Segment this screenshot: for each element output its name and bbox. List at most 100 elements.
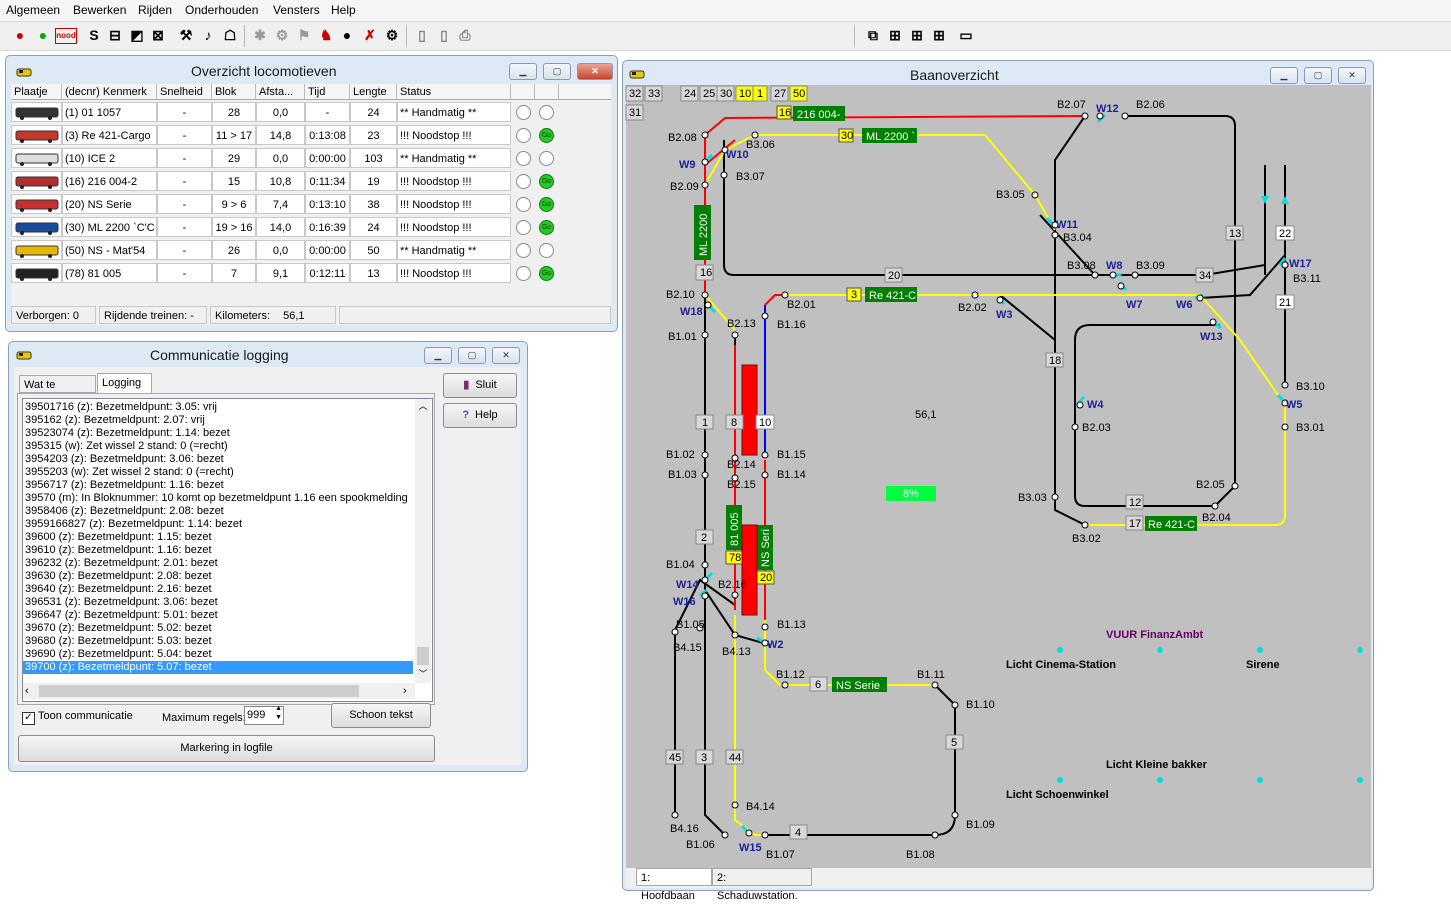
loco-cell-tijd[interactable]: 0:11:34 [305,171,350,191]
col-header[interactable]: Tijd [305,84,350,100]
max-regels-value[interactable]: 999 [247,709,265,721]
loco-cell-lengte[interactable]: 50 [350,240,397,260]
log-line[interactable]: 3958406 (z): Bezetmeldpunt: 2.08: bezet [25,505,413,518]
loco-cell-blok[interactable]: 29 [212,148,256,168]
log-line[interactable]: 39680 (z): Bezetmeldpunt: 5.03: bezet [25,635,413,648]
loco-cell-status[interactable]: ** Handmatig ** [397,102,511,122]
toon-checkbox[interactable]: ✓ [22,712,35,725]
stop-indicator[interactable] [516,266,531,281]
go-indicator[interactable]: Go [539,220,554,235]
tab-hoofdbaan[interactable]: 1: Hoofdbaan [636,868,712,902]
stop-indicator[interactable] [516,151,531,166]
loco-cell-snelheid[interactable]: - [157,148,212,168]
loco-cell-status[interactable]: ** Handmatig ** [397,240,511,260]
log-line[interactable]: 3955203 (w): Zet wissel 2 stand: 0 (=rec… [25,466,413,479]
loco-cell-afstand[interactable]: 0,0 [256,240,305,260]
log-line[interactable]: 39523074 (z): Bezetmeldpunt: 1.14: bezet [25,427,413,440]
loco-cell-tijd[interactable]: 0:12:11 [305,263,350,283]
loco-cell-kenmerk[interactable]: (1) 01 1057 [62,102,157,122]
loco-cell-lengte[interactable]: 38 [350,194,397,214]
loco-cell-kenmerk[interactable]: (50) NS - Mat'54 [62,240,157,260]
sluit-button[interactable]: ▮ Sluit [443,373,517,398]
stop-indicator[interactable] [516,220,531,235]
stop-indicator[interactable] [516,128,531,143]
tab-logging[interactable]: Logging [97,373,152,394]
go-indicator[interactable]: Go [539,128,554,143]
noodstop-button[interactable]: nood [55,28,77,44]
log-line[interactable]: 396647 (z): Bezetmeldpunt: 5.01: bezet [25,609,413,622]
col-header[interactable]: Snelheid [157,84,212,100]
stop-indicator[interactable] [516,174,531,189]
curve-icon[interactable]: ♪ [198,25,218,45]
loco-cell-lengte[interactable]: 19 [350,171,397,191]
markering-button[interactable]: Markering in logfile [18,735,435,762]
menu-help[interactable]: Help [331,3,356,17]
cross-box-icon[interactable]: ⊠ [148,25,168,45]
track-canvas[interactable] [626,85,1371,868]
help-button[interactable]: ? Help [443,403,517,428]
log-line[interactable]: 395315 (w): Zet wissel 2 stand: 0 (=rech… [25,440,413,453]
loco-cell-status[interactable]: !!! Noodstop !!! [397,125,511,145]
log-line[interactable]: 39600 (z): Bezetmeldpunt: 1.15: bezet [25,531,413,544]
close-button[interactable]: ✕ [1338,67,1366,84]
signal-red-icon[interactable]: ● [10,25,30,45]
loco-picture[interactable] [11,125,62,145]
log-line[interactable]: 3954203 (z): Bezetmeldpunt: 3.06: bezet [25,453,413,466]
loco-cell-lengte[interactable]: 13 [350,263,397,283]
tree-icon-3[interactable]: ⊞ [929,25,949,45]
minimize-button[interactable]: ▁ [424,347,452,364]
loco-cell-kenmerk[interactable]: (10) ICE 2 [62,148,157,168]
wrench-icon[interactable]: ⚙ [382,25,402,45]
loco-cell-snelheid[interactable]: - [157,102,212,122]
diagonal-icon[interactable]: ◩ [127,25,147,45]
loco-picture[interactable] [11,240,62,260]
window-cascade-icon[interactable]: ⧉ [863,25,883,45]
loco-cell-lengte[interactable]: 24 [350,102,397,122]
log-line[interactable]: 39690 (z): Bezetmeldpunt: 5.04: bezet [25,648,413,661]
loco-cell-kenmerk[interactable]: (20) NS Serie 1615 [62,194,157,231]
loco-cell-tijd[interactable]: 0:13:10 [305,194,350,214]
loco-picture[interactable] [11,194,62,214]
tree-icon-2[interactable]: ⊞ [907,25,927,45]
loco-cell-tijd[interactable]: 0:13:08 [305,125,350,145]
tree-icon-1[interactable]: ⊞ [885,25,905,45]
scroll-down-icon[interactable]: ﹀ [415,667,431,681]
window-icon[interactable]: ▭ [956,25,976,45]
log-line[interactable]: 39501716 (z): Bezetmeldpunt: 3.05: vrij [25,401,413,414]
loco-cell-status[interactable]: !!! Noodstop !!! [397,263,511,283]
loco-cell-snelheid[interactable]: - [157,171,212,191]
menu-algemeen[interactable]: Algemeen [6,3,60,17]
loco-cell-tijd[interactable]: - [305,102,350,122]
loco-cell-afstand[interactable]: 7,4 [256,194,305,214]
loco-picture[interactable] [11,263,62,283]
log-line[interactable]: 3959166827 (z): Bezetmeldpunt: 1.14: bez… [25,518,413,531]
cross-red-icon[interactable]: ✗ [360,25,380,45]
loco-cell-kenmerk[interactable]: (30) ML 2200 `C'C [62,217,157,237]
go-indicator-off[interactable] [539,105,554,120]
menu-vensters[interactable]: Vensters [273,3,320,17]
loco-cell-afstand[interactable]: 10,8 [256,171,305,191]
loco-cell-snelheid[interactable]: - [157,194,212,214]
stop-indicator[interactable] [516,197,531,212]
col-header[interactable]: Afsta... [256,84,305,100]
maximize-button[interactable]: ▢ [458,347,486,364]
loco-cell-afstand[interactable]: 0,0 [256,148,305,168]
signal-green-icon[interactable]: ● [33,25,53,45]
new-doc-icon[interactable]: ▯ [412,25,432,45]
log-line[interactable]: 39640 (z): Bezetmeldpunt: 2.16: bezet [25,583,413,596]
loco-cell-snelheid[interactable]: - [157,125,212,145]
max-regels-spinner[interactable]: 999 ▲ ▼ [244,705,284,725]
stop-indicator[interactable] [516,105,531,120]
loco-cell-blok[interactable]: 15 [212,171,256,191]
minimize-button[interactable]: ▁ [1270,67,1298,84]
loco-cell-kenmerk[interactable]: (3) Re 421-Cargo [62,125,157,145]
loco-cell-kenmerk[interactable]: (78) 81 005 [62,263,157,283]
maximize-button[interactable]: ▢ [1304,67,1332,84]
loco-cell-kenmerk[interactable]: (16) 216 004-2 [62,171,157,191]
print-icon[interactable]: ⎙ [455,25,475,45]
log-line[interactable]: 396531 (z): Bezetmeldpunt: 3.06: bezet [25,596,413,609]
vertical-scrollbar[interactable]: ︿ ﹀ [415,399,431,683]
scroll-left-icon[interactable]: ‹ [25,683,29,699]
loco-cell-blok[interactable]: 7 [212,263,256,283]
stop-indicator[interactable] [516,243,531,258]
